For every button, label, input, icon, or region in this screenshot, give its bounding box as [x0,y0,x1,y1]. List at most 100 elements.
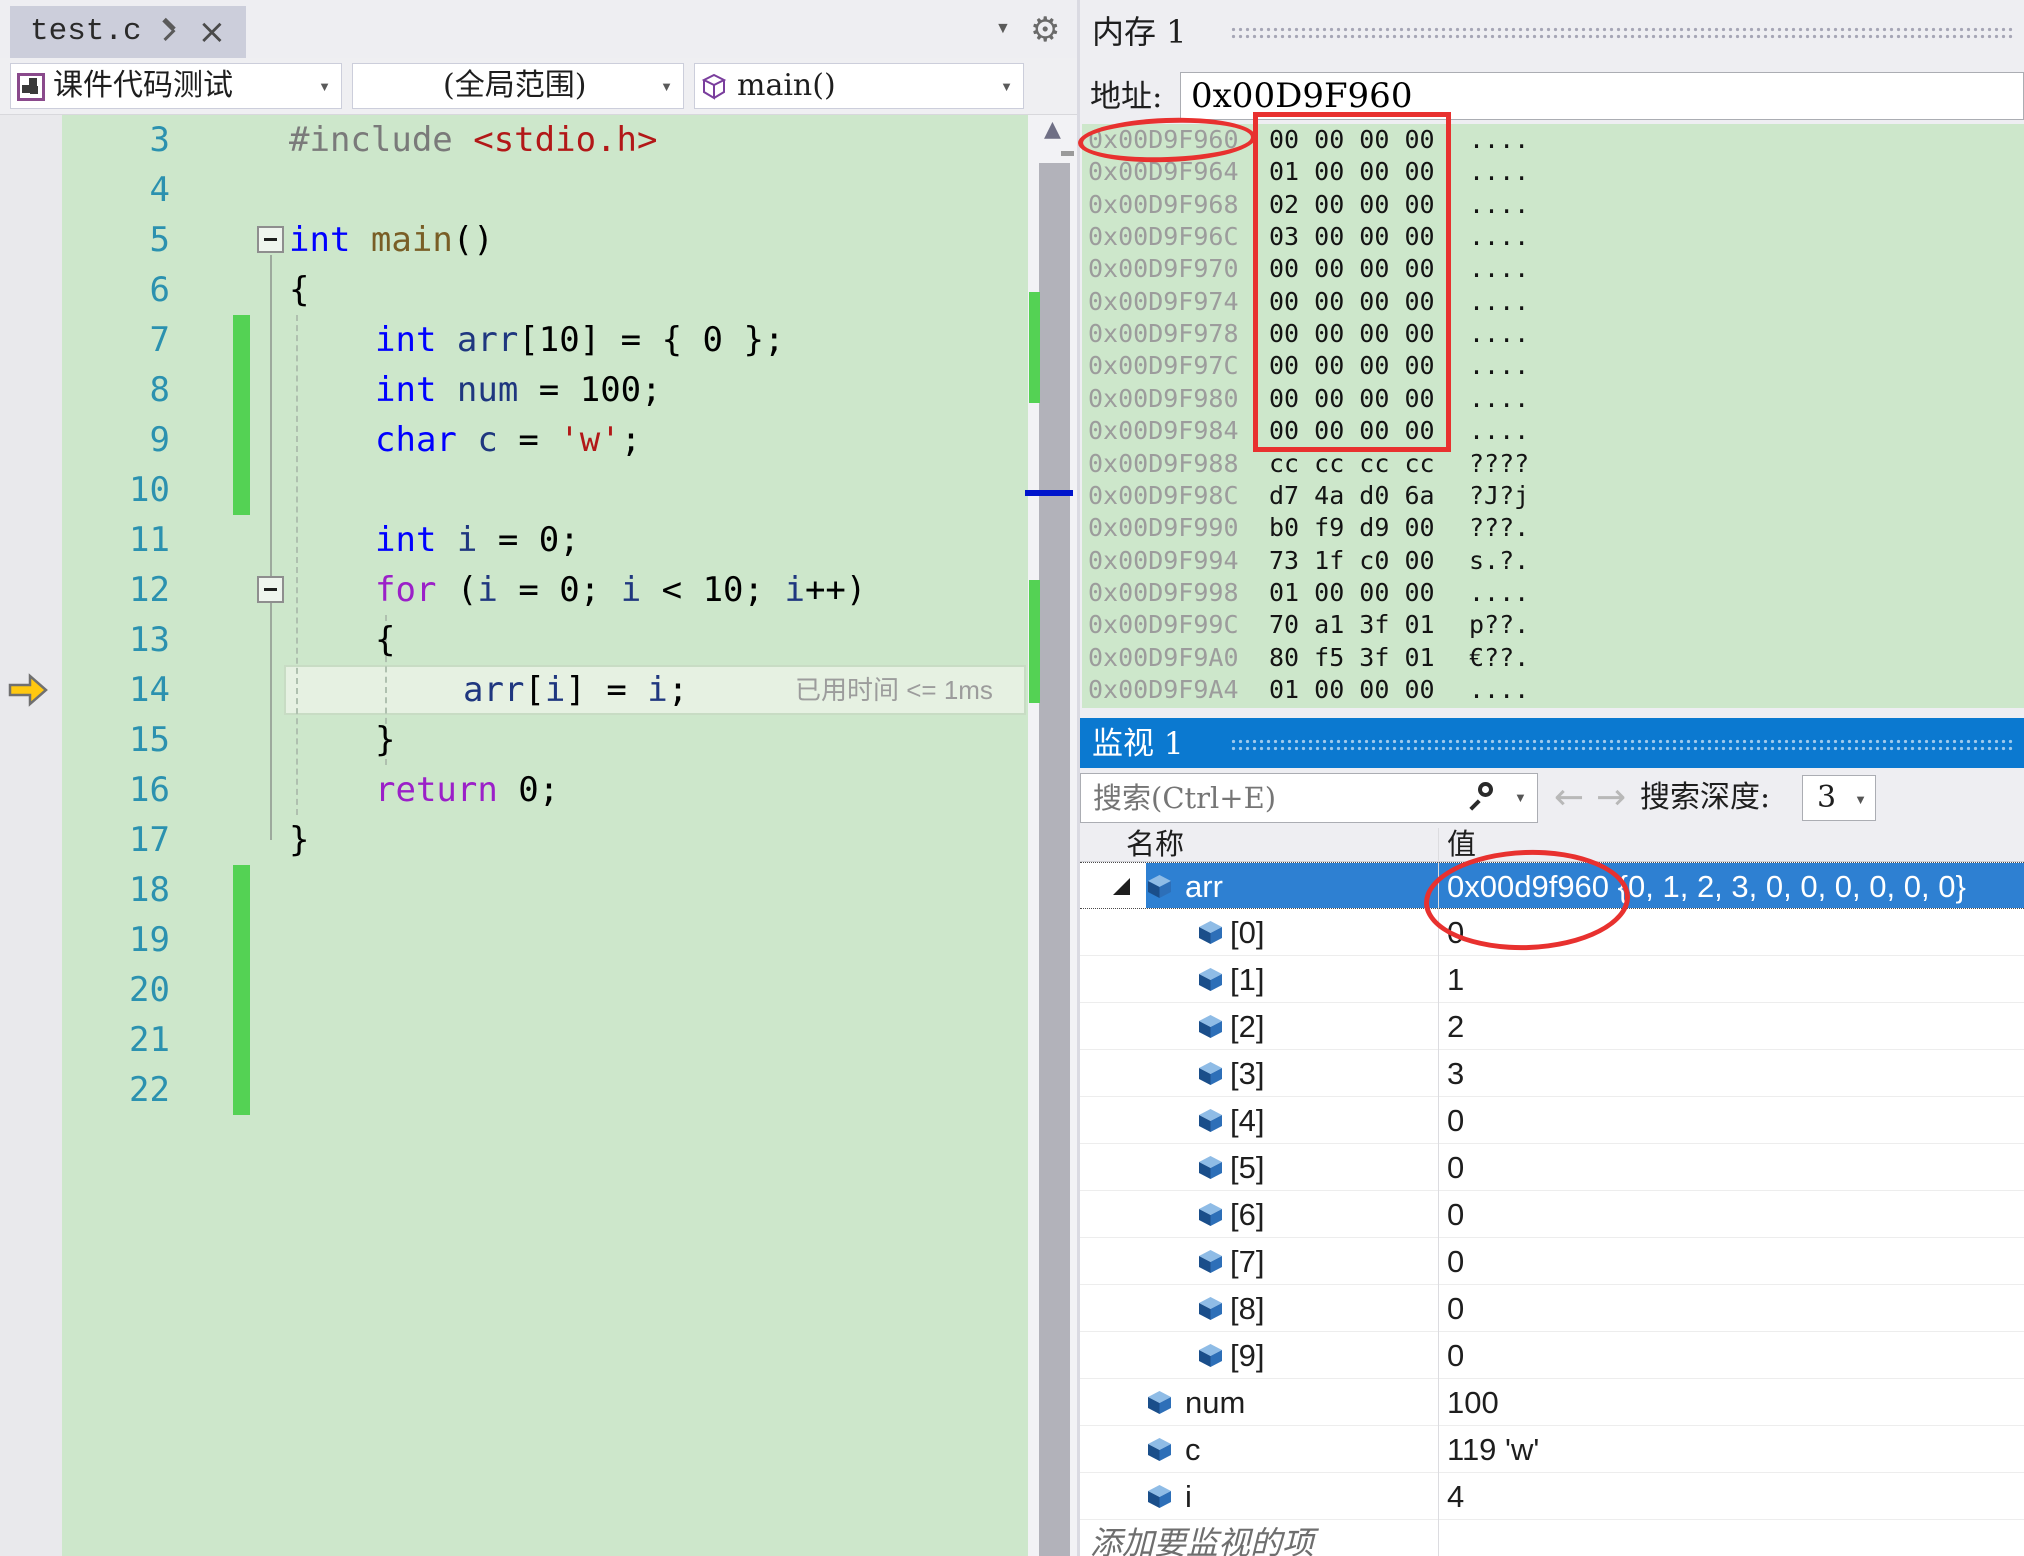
code-line-9[interactable]: 9char c = 'w'; [0,415,1028,465]
watch-value[interactable]: 0 [1447,1144,1464,1191]
memory-row[interactable]: 0x00D9F96802 00 00 00.... [1082,189,2024,222]
watch-row[interactable]: [3] 3 [1080,1050,2024,1097]
document-list-dropdown-icon[interactable]: ▼ [995,20,1011,38]
watch-row[interactable]: [5] 0 [1080,1144,2024,1191]
memory-row[interactable]: 0x00D9F97000 00 00 00.... [1082,253,2024,286]
watch-column-headers[interactable]: 名称 值 [1080,828,2024,862]
gear-icon[interactable]: ⚙ [1030,10,1060,50]
search-input[interactable] [1080,773,1538,823]
fold-collapse-box[interactable] [257,576,284,603]
code-line-16[interactable]: 16return 0; [0,765,1028,815]
watch-name[interactable]: [6] [1230,1191,1264,1238]
editor-scrollbar[interactable]: ▲ [1028,115,1077,1556]
scrollbar-up-icon[interactable]: ▲ [1028,117,1077,142]
code-line-6[interactable]: 6{ [0,265,1028,315]
close-icon[interactable]: × [198,15,227,49]
watch-row[interactable]: i4 [1080,1473,2024,1520]
watch-row[interactable]: [6] 0 [1080,1191,2024,1238]
watch-name[interactable]: [3] [1230,1050,1264,1097]
memory-row[interactable]: 0x00D9F96401 00 00 00.... [1082,156,2024,189]
watch-name[interactable]: [4] [1230,1097,1264,1144]
watch-name[interactable]: [8] [1230,1285,1264,1332]
column-header-value[interactable]: 值 [1447,828,1476,861]
add-watch-item[interactable]: 添加要监视的项 [1090,1520,1314,1556]
code-line-22[interactable]: 22 [0,1065,1028,1115]
scrollbar-thumb[interactable] [1039,163,1070,1556]
watch-value[interactable]: 0 [1447,1238,1464,1285]
memory-row[interactable]: 0x00D9F98000 00 00 00.... [1082,383,2024,416]
memory-row[interactable]: 0x00D9F99473 1f c0 00s.?. [1082,545,2024,578]
memory-row[interactable]: 0x00D9F97800 00 00 00.... [1082,318,2024,351]
code-line-13[interactable]: 13{ [0,615,1028,665]
watch-row[interactable]: num 100 [1080,1379,2024,1426]
memory-grid[interactable]: 0x00D9F96000 00 00 00....0x00D9F96401 00… [1082,124,2024,708]
watch-value[interactable]: 0 [1447,1191,1464,1238]
watch-value[interactable]: 119 'w' [1447,1426,1539,1473]
column-divider[interactable] [1438,828,1439,1556]
watch-value[interactable]: 0x00d9f960 {0, 1, 2, 3, 0, 0, 0, 0, 0, 0… [1447,863,1966,910]
column-header-name[interactable]: 名称 [1126,828,1184,861]
memory-row[interactable]: 0x00D9F99C70 a1 3f 01p??. [1082,609,2024,642]
watch-value[interactable]: 1 [1447,956,1464,1003]
watch-name[interactable]: [5] [1230,1144,1264,1191]
code-line-5[interactable]: 5int main() [0,215,1028,265]
search-icon[interactable] [1478,782,1493,797]
fold-collapse-box[interactable] [257,226,284,253]
watch-value[interactable]: 0 [1447,1332,1464,1379]
code-line-20[interactable]: 20 [0,965,1028,1015]
watch-value[interactable]: 0 [1447,1097,1464,1144]
watch-row[interactable]: arr 0x00d9f960 {0, 1, 2, 3, 0, 0, 0, 0, 0… [1080,862,2024,909]
memory-row[interactable]: 0x00D9F98Cd7 4a d0 6a?J?j [1082,480,2024,513]
function-dropdown[interactable]: main() ▼ [694,63,1024,109]
watch-row[interactable]: [2]2 [1080,1003,2024,1050]
search-forward-icon[interactable]: → [1596,768,1626,828]
search-back-icon[interactable]: ← [1554,768,1584,828]
watch-value[interactable]: 4 [1447,1473,1464,1520]
memory-row[interactable]: 0x00D9F97C00 00 00 00.... [1082,350,2024,383]
code-line-14[interactable]: 14arr[i] = i;已用时间 <= 1ms [0,665,1028,715]
watch-value[interactable]: 3 [1447,1050,1464,1097]
watch-name[interactable]: i [1185,1473,1192,1520]
scope-dropdown[interactable]: (全局范围) ▼ [352,63,684,109]
address-input[interactable] [1180,72,2024,120]
watch-value[interactable]: 2 [1447,1003,1464,1050]
watch-name[interactable]: [0] [1230,909,1264,956]
code-line-21[interactable]: 21 [0,1015,1028,1065]
memory-row[interactable]: 0x00D9F9A401 00 00 00.... [1082,674,2024,707]
code-line-15[interactable]: 15} [0,715,1028,765]
watch-row[interactable]: [8] 0 [1080,1285,2024,1332]
memory-row[interactable]: 0x00D9F99801 00 00 00.... [1082,577,2024,610]
code-line-7[interactable]: 7int arr[10] = { 0 }; [0,315,1028,365]
watch-value[interactable]: 100 [1447,1379,1499,1426]
memory-row[interactable]: 0x00D9F990b0 f9 d9 00???. [1082,512,2024,545]
watch-row[interactable]: [9] 0 [1080,1332,2024,1379]
memory-row[interactable]: 0x00D9F96C03 00 00 00.... [1082,221,2024,254]
code-editor[interactable]: 3#include <stdio.h>45int main()6{7int ar… [0,115,1028,1556]
watch-row[interactable]: [1] 1 [1080,956,2024,1003]
watch-name[interactable]: [9] [1230,1332,1264,1379]
watch-title-bar[interactable]: 监视 1 [1080,718,2024,768]
code-line-17[interactable]: 17} [0,815,1028,865]
code-line-3[interactable]: 3#include <stdio.h> [0,115,1028,165]
watch-name[interactable]: num [1185,1379,1245,1426]
tab-testc[interactable]: test.c × [10,6,246,58]
code-line-8[interactable]: 8int num = 100; [0,365,1028,415]
title-grip-texture[interactable] [1230,26,2014,40]
watch-value[interactable]: 0 [1447,1285,1464,1332]
memory-row[interactable]: 0x00D9F98400 00 00 00.... [1082,415,2024,448]
memory-row[interactable]: 0x00D9F9A080 f5 3f 01€??. [1082,642,2024,675]
code-line-18[interactable]: 18 [0,865,1028,915]
watch-name[interactable]: [1] [1230,956,1264,1003]
memory-row[interactable]: 0x00D9F988cc cc cc cc???? [1082,448,2024,481]
watch-row[interactable]: [4] 0 [1080,1097,2024,1144]
memory-row[interactable]: 0x00D9F96000 00 00 00.... [1082,124,2024,157]
code-line-4[interactable]: 4 [0,165,1028,215]
expander-icon[interactable] [1113,878,1130,895]
watch-row[interactable]: [0]0 [1080,909,2024,956]
pin-icon[interactable] [160,19,180,45]
watch-name[interactable]: [7] [1230,1238,1264,1285]
project-dropdown[interactable]: 课件代码测试 ▼ [10,63,342,109]
watch-name[interactable]: arr [1185,863,1223,910]
watch-row[interactable]: c119 'w' [1080,1426,2024,1473]
memory-row[interactable]: 0x00D9F97400 00 00 00.... [1082,286,2024,319]
